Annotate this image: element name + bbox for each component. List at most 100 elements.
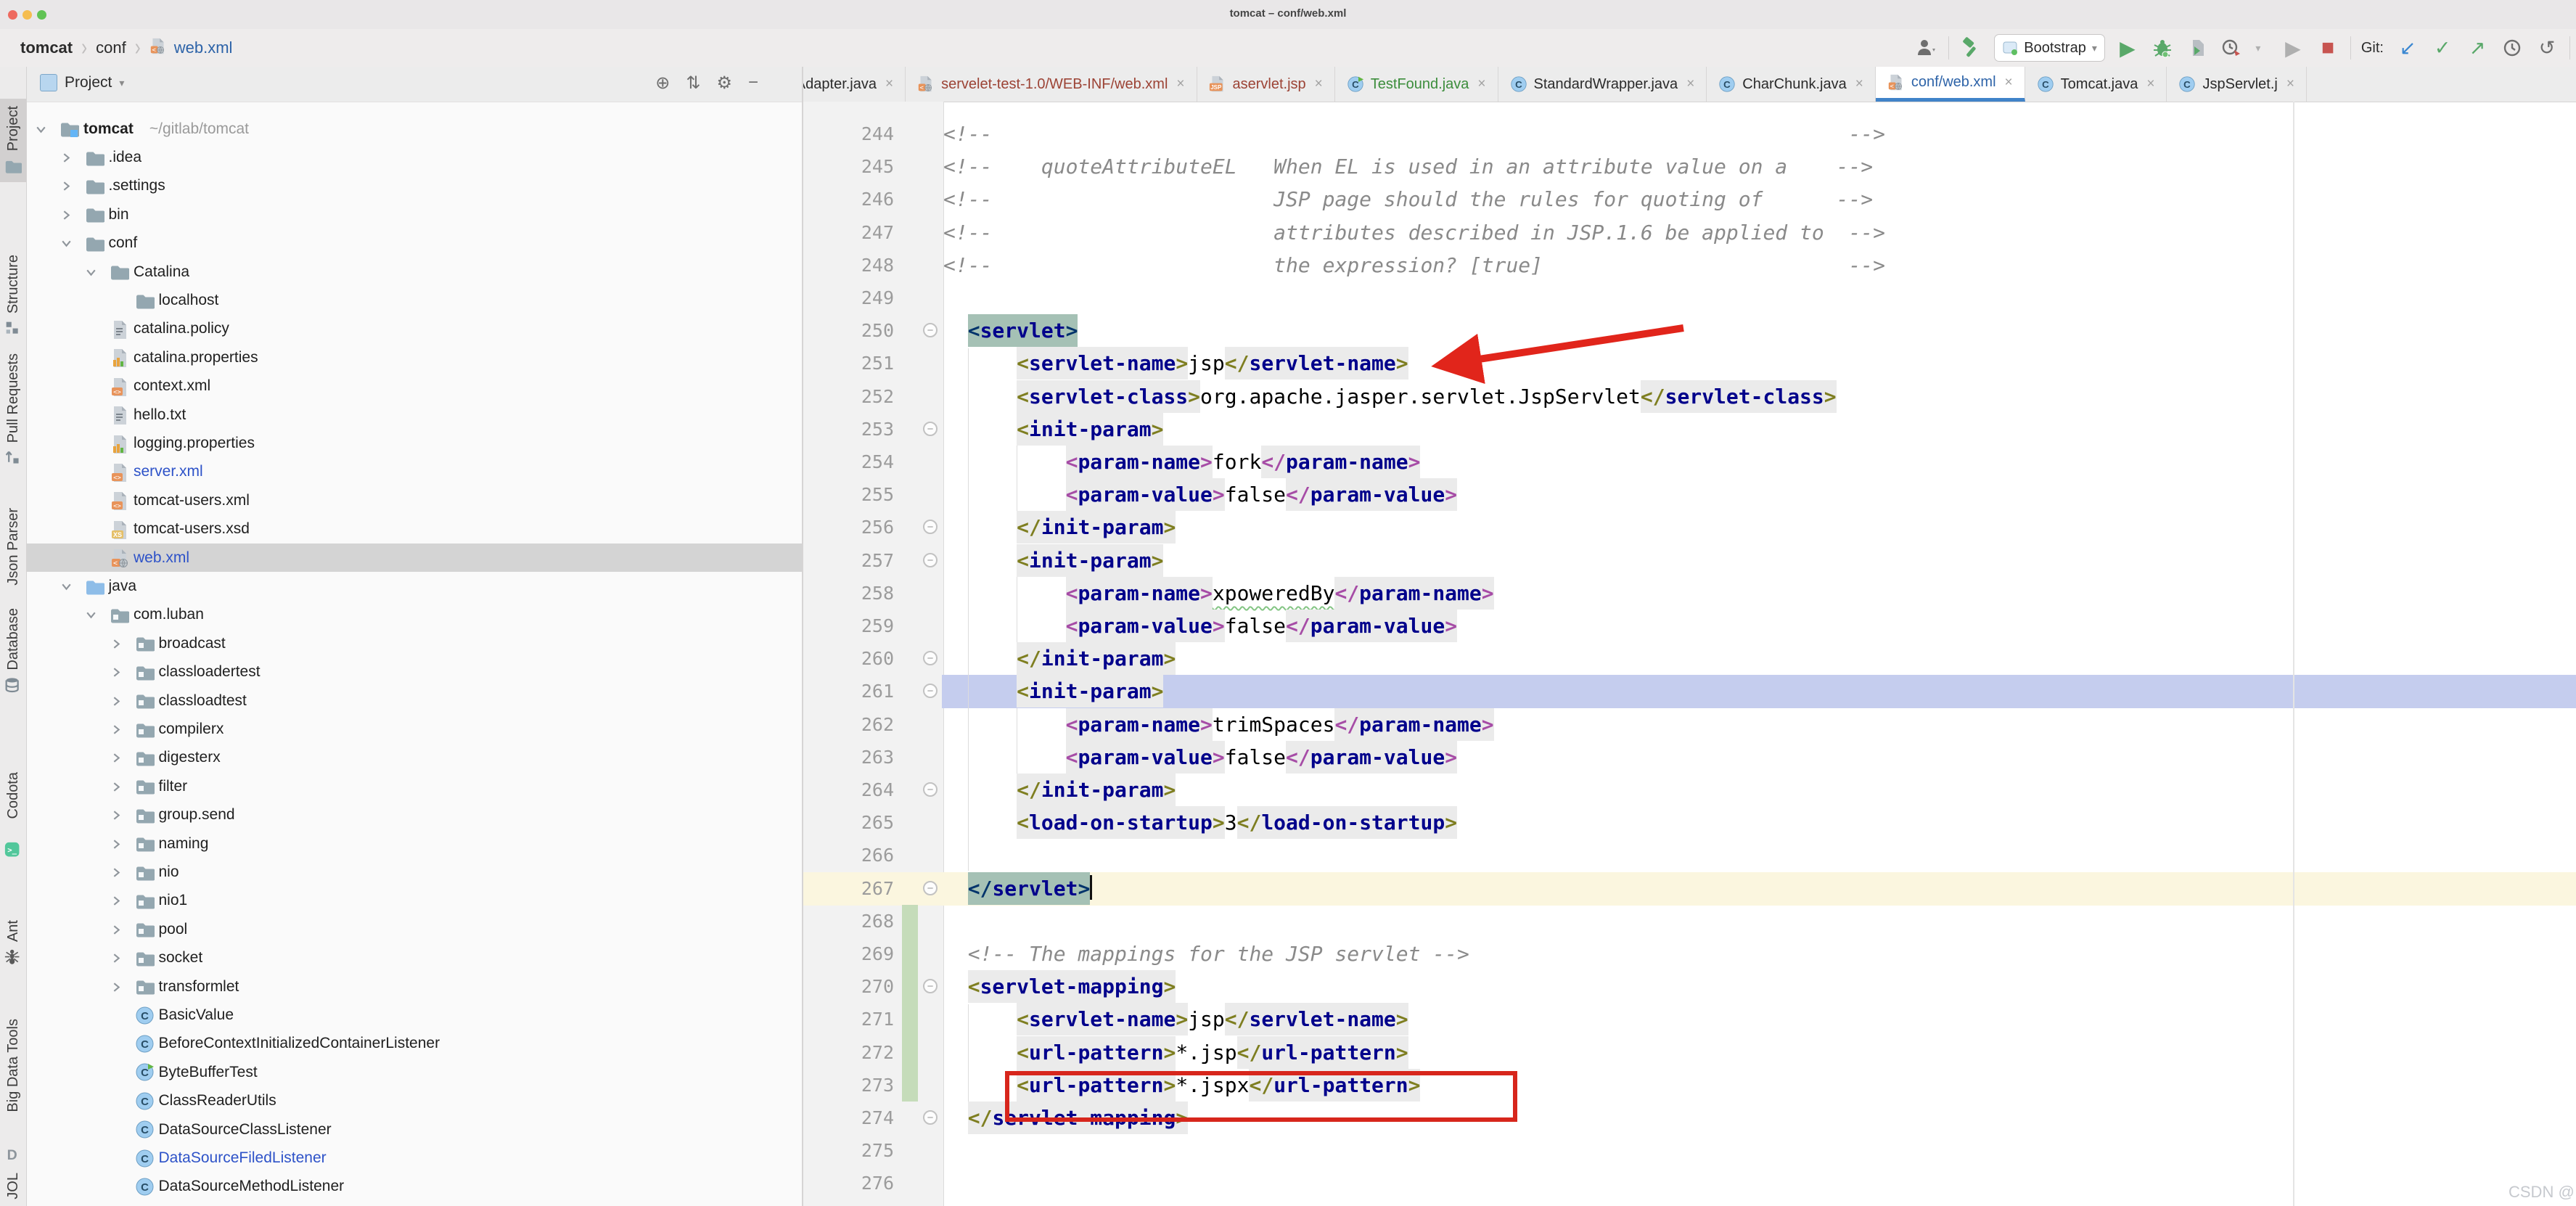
tool-stripe-item-structure[interactable]: Structure (0, 255, 26, 337)
profiler-button[interactable] (2220, 36, 2244, 60)
tree-item-bin[interactable]: bin (27, 200, 802, 229)
code-line[interactable]: <param-value>false</param-value> (943, 610, 1457, 642)
close-tab-icon[interactable]: × (1176, 76, 1184, 92)
breadcrumb-item[interactable]: tomcat (20, 38, 73, 57)
tree-item-transformlet[interactable]: transformlet (27, 972, 802, 1001)
code-line[interactable]: <load-on-startup>3</load-on-startup> (943, 806, 1457, 839)
collapse-all-icon[interactable]: ⇅ (686, 73, 700, 94)
chevron-down-icon[interactable]: ▾ (119, 77, 124, 89)
code-line[interactable]: <!-- --> (943, 118, 1885, 150)
chevron-down-icon[interactable] (84, 608, 97, 621)
tree-item-conf[interactable]: conf (27, 229, 802, 258)
tree-item-group-send[interactable]: group.send (27, 801, 802, 829)
tree-item-datasourcefiledlistener[interactable]: CDataSourceFiledListener (27, 1144, 802, 1172)
code-line[interactable]: <init-param> (943, 675, 1163, 707)
tree-item-classloadtest[interactable]: classloadtest (27, 686, 802, 715)
chevron-right-icon[interactable] (110, 637, 123, 650)
tree-item-naming[interactable]: naming (27, 829, 802, 858)
close-tab-icon[interactable]: × (1855, 76, 1863, 92)
chevron-down-icon[interactable] (60, 580, 73, 593)
code-line[interactable]: </init-param> (943, 774, 1176, 806)
tree-item-nio[interactable]: nio (27, 858, 802, 886)
code-line[interactable]: <url-pattern>*.jsp</url-pattern> (943, 1036, 1408, 1069)
git-commit-button[interactable]: ✓ (2430, 36, 2455, 60)
stop-button[interactable]: ■ (2315, 36, 2340, 60)
chevron-right-icon[interactable] (110, 837, 123, 850)
tree-item-catalina[interactable]: Catalina (27, 258, 802, 286)
editor-tab-standardwrapper-java[interactable]: CStandardWrapper.java× (1498, 67, 1707, 102)
chevron-right-icon[interactable] (60, 151, 73, 164)
chevron-right-icon[interactable] (110, 923, 123, 936)
debug-button[interactable] (2150, 36, 2175, 60)
tool-stripe-item-json-parser[interactable]: Json Parser (0, 508, 26, 586)
fold-marker-icon[interactable]: − (923, 422, 938, 436)
close-tab-icon[interactable]: × (885, 76, 893, 92)
fold-marker-icon[interactable]: − (923, 1110, 938, 1125)
tree-item-broadcast[interactable]: broadcast (27, 629, 802, 657)
tree-item-logging-properties[interactable]: logging.properties (27, 429, 802, 457)
run-configuration-select[interactable]: Bootstrap ▾ (1994, 34, 2105, 62)
code-line[interactable]: <!-- attributes described in JSP.1.6 be … (943, 216, 1885, 249)
chevron-right-icon[interactable] (110, 665, 123, 678)
code-line[interactable]: <param-name>xpoweredBy</param-name> (943, 577, 1494, 610)
run-button[interactable]: ▶ (2115, 36, 2140, 60)
chevron-right-icon[interactable] (110, 780, 123, 793)
editor-tab-aservlet-jsp[interactable]: JSPaservlet.jsp× (1197, 67, 1335, 102)
tree-item-classreaderutils[interactable]: CClassReaderUtils (27, 1087, 802, 1115)
tree-item-tomcat-users-xml[interactable]: <>tomcat-users.xml (27, 486, 802, 514)
fold-marker-icon[interactable]: − (923, 881, 938, 895)
chevron-down-icon[interactable]: ▾ (2246, 36, 2271, 60)
tree-item-tomcat[interactable]: tomcat~/gitlab/tomcat (27, 115, 802, 143)
code-line[interactable]: <servlet-name>jsp</servlet-name> (943, 1003, 1408, 1035)
tree-item-pool[interactable]: pool (27, 915, 802, 943)
breadcrumb-item[interactable]: web.xml (174, 38, 233, 57)
close-tab-icon[interactable]: × (1477, 76, 1485, 92)
editor-tab-yoteadapter-java[interactable]: yoteAdapter.java× (803, 67, 906, 102)
tool-stripe-item-codota[interactable]: Codota (0, 772, 26, 819)
git-push-button[interactable]: ↗ (2465, 36, 2490, 60)
code-line[interactable]: <init-param> (943, 413, 1163, 446)
chevron-right-icon[interactable] (60, 179, 73, 192)
code-line[interactable]: <servlet-mapping> (943, 970, 1176, 1003)
code-line[interactable]: <param-value>false</param-value> (943, 741, 1457, 774)
editor-tab-jspservlet-j[interactable]: CJspServlet.j× (2167, 67, 2306, 102)
tree-item-beforecontextinitializedcontainerlistener[interactable]: CBeforeContextInitializedContainerListen… (27, 1030, 802, 1058)
editor-tab-servelet-test-1-0-web-inf-web-xml[interactable]: <servelet-test-1.0/WEB-INF/web.xml× (906, 67, 1197, 102)
run-with-coverage-button[interactable] (2185, 36, 2210, 60)
tool-stripe-item-jol[interactable]: JOL (0, 1173, 26, 1206)
tree-item-catalina-policy[interactable]: catalina.policy (27, 315, 802, 343)
chevron-down-icon[interactable] (84, 266, 97, 279)
code-line[interactable]: <!-- The mappings for the JSP servlet --… (943, 938, 1469, 970)
fold-marker-icon[interactable]: − (923, 782, 938, 797)
chevron-down-icon[interactable] (34, 123, 47, 136)
tree-item-datasourceclasslistener[interactable]: CDataSourceClassListener (27, 1115, 802, 1144)
code-line[interactable]: </init-param> (943, 511, 1176, 543)
close-tab-icon[interactable]: × (1315, 76, 1323, 92)
close-tab-icon[interactable]: × (2146, 76, 2154, 92)
tree-item-socket[interactable]: socket (27, 944, 802, 972)
tree-item-datasourcemethodlistener[interactable]: CDataSourceMethodListener (27, 1173, 802, 1201)
code-editor[interactable]: 244<!-- -->245<!-- quoteAttributeEL When… (803, 102, 2576, 1206)
tool-stripe-item-pull-requests[interactable]: Pull Requests (0, 353, 26, 467)
tool-stripe-item-ant[interactable]: Ant (0, 920, 26, 966)
build-hammer-icon[interactable] (1959, 36, 1984, 60)
tool-stripe-item-database[interactable]: Database (0, 608, 26, 694)
code-line[interactable]: </servlet> (943, 872, 1092, 905)
tree-item-tomcat-users-xsd[interactable]: XStomcat-users.xsd (27, 515, 802, 543)
editor-tab-testfound-java[interactable]: CTestFound.java× (1335, 67, 1498, 102)
chevron-right-icon[interactable] (110, 808, 123, 821)
locate-file-icon[interactable]: ⊕ (655, 73, 670, 94)
tree-item-bytebuffertest[interactable]: CByteBufferTest (27, 1058, 802, 1086)
editor-tab-tomcat-java[interactable]: CTomcat.java× (2025, 67, 2167, 102)
code-line[interactable]: <servlet-name>jsp</servlet-name> (943, 347, 1408, 380)
chevron-right-icon[interactable] (60, 208, 73, 221)
hide-panel-icon[interactable]: − (748, 73, 758, 94)
user-menu-icon[interactable] (1913, 36, 1938, 60)
tool-stripe-item[interactable]: D (0, 1146, 26, 1164)
code-line[interactable]: <init-param> (943, 544, 1163, 577)
code-line[interactable]: <param-name>trimSpaces</param-name> (943, 708, 1494, 741)
git-update-button[interactable]: ↙ (2395, 36, 2420, 60)
history-icon[interactable] (2500, 36, 2524, 60)
code-line[interactable]: <servlet-class>org.apache.jasper.servlet… (943, 380, 1837, 413)
tree-item-com-luban[interactable]: com.luban (27, 601, 802, 629)
